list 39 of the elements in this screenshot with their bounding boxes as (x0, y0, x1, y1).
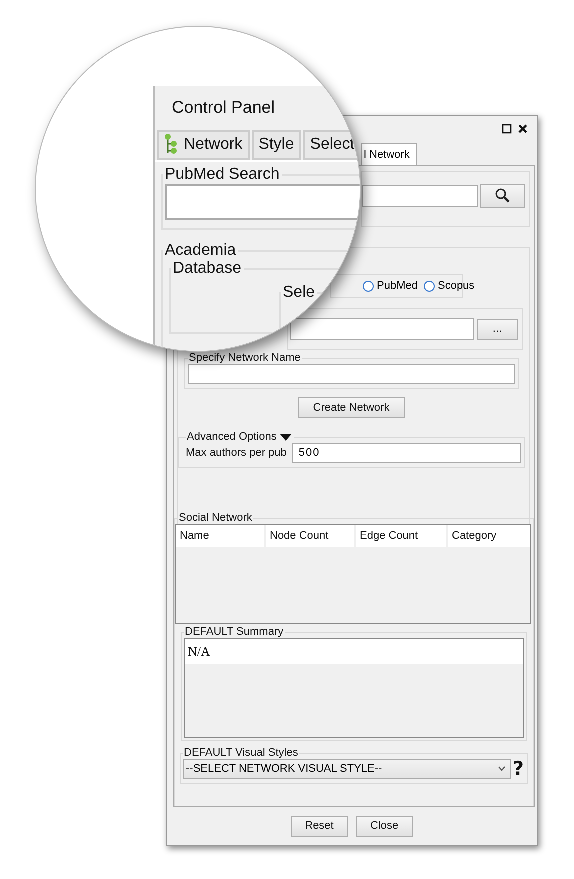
summary-text: N/A (188, 644, 210, 660)
browse-button[interactable]: ... (477, 318, 518, 340)
tab[interactable]: Select (303, 130, 360, 160)
chevron-icon (498, 766, 506, 772)
dialog-button[interactable]: Close (356, 816, 413, 836)
dialog-button[interactable]: Reset (291, 816, 348, 836)
panel-title: Control Panel (171, 97, 276, 119)
file-path-field[interactable] (290, 318, 474, 340)
search-button[interactable] (480, 184, 525, 208)
max-authors-field[interactable]: 500 (292, 443, 521, 463)
column-header[interactable]: Edge Count (356, 525, 446, 547)
group-label: DEFAULT Visual Styles (183, 747, 300, 759)
search-field[interactable] (362, 185, 478, 207)
close-icon[interactable] (518, 124, 528, 134)
group-label: Social Network (178, 512, 254, 524)
group-label: Academia (164, 242, 238, 260)
tab[interactable]: l Network (361, 143, 417, 165)
visual-style-dropdown[interactable]: --SELECT NETWORK VISUAL STYLE-- (183, 759, 511, 779)
create-network-button[interactable]: Create Network (298, 397, 405, 418)
tab[interactable]: Network (157, 130, 250, 160)
group-label: DEFAULT Summary (184, 626, 285, 638)
expand-toggle-icon[interactable] (278, 432, 293, 442)
network-name-field[interactable] (188, 364, 515, 384)
column-header[interactable]: Name (176, 525, 264, 547)
column-header[interactable]: Category (448, 525, 530, 547)
help-icon[interactable]: ? (512, 760, 524, 778)
search-field[interactable] (165, 184, 360, 220)
group-label: Database (172, 260, 242, 278)
group-label: Advanced Options (187, 431, 277, 443)
tab[interactable]: Style (252, 130, 302, 160)
network-tree-icon (164, 134, 178, 156)
column-header[interactable]: Node Count (266, 525, 354, 547)
group-label: PubMed Search (164, 166, 281, 184)
field-label: Max authors per pub (186, 447, 287, 459)
radio-option[interactable]: Scopus (424, 280, 475, 292)
group-label: Specify Network Name (188, 352, 302, 364)
search-icon (494, 188, 510, 204)
group-label: Sele (282, 284, 316, 302)
maximize-icon[interactable] (502, 124, 512, 134)
